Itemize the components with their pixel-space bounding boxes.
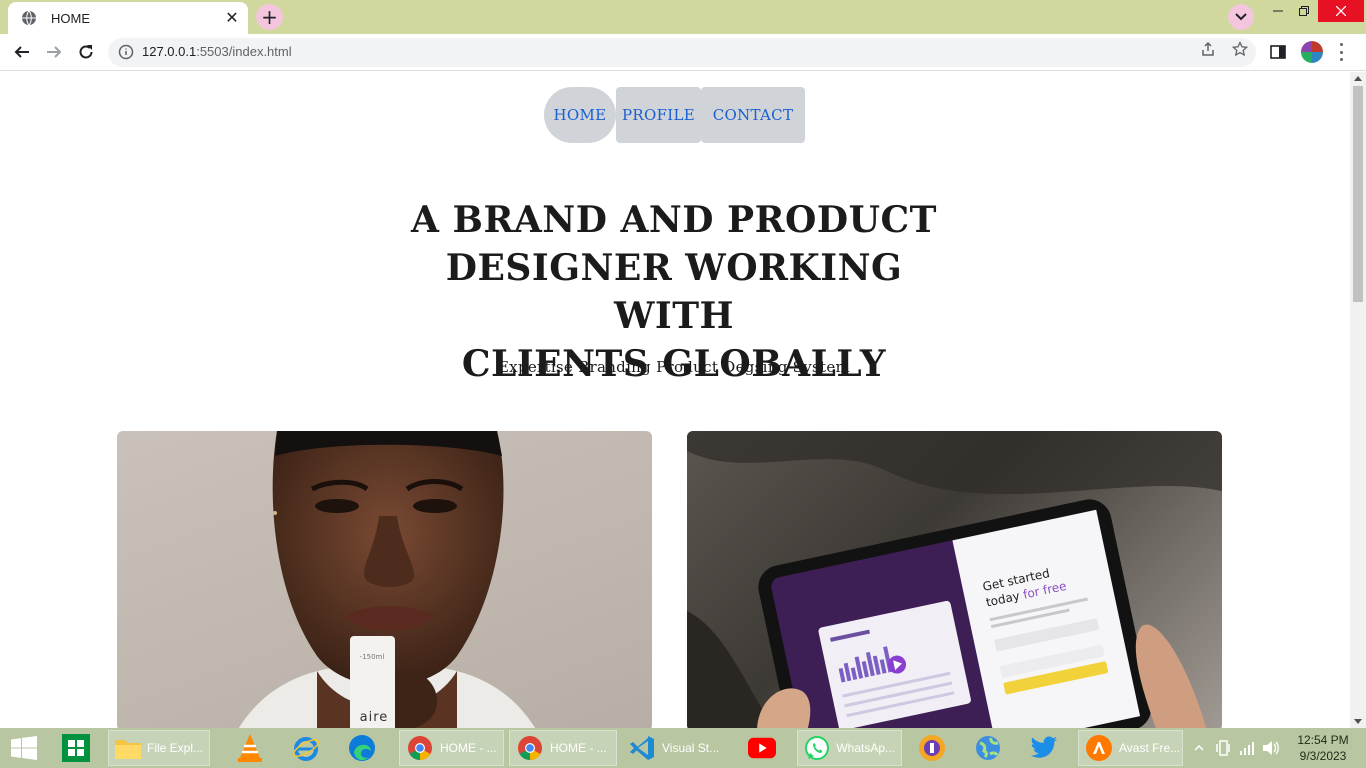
taskbar-label: HOME - ... <box>440 741 497 755</box>
tray-overflow-button[interactable] <box>1190 738 1208 758</box>
windows-taskbar: File Expl... HOME - ... HOME - ... Visua… <box>0 728 1366 768</box>
taskbar-avast-app[interactable]: Avast Fre... <box>1078 730 1183 766</box>
profile-avatar[interactable] <box>1301 41 1323 63</box>
page-viewport: HOME PROFILE CONTACT A BRAND AND PRODUCT… <box>0 72 1350 728</box>
side-panel-button[interactable] <box>1270 44 1286 60</box>
tab-close-icon[interactable]: ✕ <box>224 9 240 27</box>
folder-icon <box>115 734 141 762</box>
url-path: :5503/index.html <box>196 44 292 59</box>
tray-signal[interactable] <box>1238 738 1256 758</box>
tray-volume[interactable] <box>1262 738 1280 758</box>
chevron-up-icon <box>1194 744 1204 751</box>
minimize-icon <box>1273 10 1283 12</box>
taskbar-twitter-app[interactable] <box>1030 730 1058 766</box>
svg-text:aire: aire <box>360 710 389 725</box>
globe-icon <box>974 734 1002 762</box>
photo-hands-holding-tablet-icon: Get started today for free <box>687 431 1222 728</box>
nav-profile-link[interactable]: PROFILE <box>616 87 701 143</box>
nav-contact-link[interactable]: CONTACT <box>701 87 805 143</box>
taskbar-clock[interactable]: 12:54 PM 9/3/2023 <box>1290 732 1356 764</box>
reload-button[interactable] <box>74 40 98 64</box>
url-host: 127.0.0.1 <box>142 44 197 59</box>
speaker-icon <box>1263 741 1279 755</box>
taskbar-chrome-window-2[interactable]: HOME - ... <box>509 730 617 766</box>
portrait-photo: -150ml aire <box>117 431 652 728</box>
back-button[interactable] <box>10 40 34 64</box>
store-icon <box>62 734 90 762</box>
tray-network-status[interactable] <box>1214 738 1232 758</box>
page-scrollbar[interactable] <box>1350 72 1366 728</box>
url-text: 127.0.0.1:5503/index.html <box>142 44 292 59</box>
taskbar-file-explorer[interactable]: File Expl... <box>108 730 210 766</box>
whatsapp-icon <box>804 734 830 762</box>
share-icon <box>1202 41 1214 56</box>
taskbar-label: WhatsAp... <box>836 741 895 755</box>
tab-search-button[interactable] <box>1228 4 1254 30</box>
share-button[interactable] <box>1200 41 1216 57</box>
site-info-icon[interactable] <box>118 44 134 60</box>
browser-titlebar: HOME ✕ + <box>0 0 1366 34</box>
scroll-up-arrow-icon[interactable] <box>1354 76 1362 81</box>
windows-logo-icon <box>10 734 38 762</box>
tab-title: HOME <box>51 10 90 26</box>
nav-home-link[interactable]: HOME <box>544 87 616 143</box>
vscode-icon <box>628 734 656 762</box>
taskbar-vscode-app[interactable]: Visual St... <box>628 730 728 766</box>
avast-icon <box>1085 734 1113 762</box>
taskbar-edge-app[interactable] <box>348 730 376 766</box>
edge-icon <box>348 734 376 762</box>
star-icon <box>1232 41 1248 57</box>
main-nav: HOME PROFILE CONTACT <box>544 87 805 143</box>
taskbar-youtube-app[interactable] <box>748 730 776 766</box>
svg-text:-150ml: -150ml <box>360 653 385 661</box>
restore-icon <box>1299 6 1309 16</box>
close-icon <box>1336 6 1346 16</box>
photo-man-holding-product-icon: -150ml aire <box>238 431 536 728</box>
internet-explorer-icon <box>292 734 320 762</box>
hero-title-line-1: A BRAND AND PRODUCT <box>411 199 937 241</box>
forward-button[interactable] <box>42 40 66 64</box>
new-tab-button[interactable]: + <box>256 4 283 30</box>
youtube-icon <box>748 734 776 762</box>
globe-icon <box>21 10 37 26</box>
taskbar-label: HOME - ... <box>550 741 607 755</box>
scroll-down-arrow-icon[interactable] <box>1354 719 1362 724</box>
taskbar-ie-app[interactable] <box>292 730 320 766</box>
vlc-icon <box>236 734 264 762</box>
taskbar-label: Avast Fre... <box>1119 741 1181 755</box>
taskbar-vpn-app[interactable] <box>918 730 946 766</box>
start-button[interactable] <box>10 730 38 766</box>
taskbar-label: File Expl... <box>147 741 204 755</box>
chevron-down-icon <box>1235 13 1247 21</box>
scrollbar-thumb[interactable] <box>1353 86 1363 302</box>
window-close-button[interactable] <box>1318 0 1364 22</box>
bookmark-button[interactable] <box>1232 41 1248 57</box>
restore-button[interactable] <box>1286 0 1322 22</box>
hero-subtitle: Expertise Branding Product Degsing Syste… <box>497 358 851 376</box>
taskbar-whatsapp-app[interactable]: WhatsAp... <box>797 730 902 766</box>
bird-icon <box>1030 734 1058 762</box>
vpn-shield-icon <box>918 734 946 762</box>
browser-tab[interactable]: HOME ✕ <box>8 2 248 34</box>
clock-time: 12:54 PM <box>1297 733 1349 747</box>
tablet-photo: Get started today for free <box>687 431 1222 728</box>
reload-icon <box>79 45 93 59</box>
hero-title-line-2: DESIGNER WORKING WITH <box>445 247 903 337</box>
chrome-icon <box>406 734 434 762</box>
browser-toolbar: 127.0.0.1:5503/index.html <box>0 34 1366 71</box>
taskbar-store-app[interactable] <box>62 730 90 766</box>
clock-date: 9/3/2023 <box>1299 749 1347 763</box>
taskbar-chrome-window-1[interactable]: HOME - ... <box>399 730 504 766</box>
taskbar-label: Visual St... <box>662 741 720 755</box>
device-status-icon <box>1216 740 1230 756</box>
side-panel-icon <box>1270 45 1286 59</box>
browser-menu-icon[interactable] <box>1336 43 1346 61</box>
signal-bars-icon <box>1240 742 1254 755</box>
arrow-left-icon <box>14 46 29 58</box>
arrow-right-icon <box>47 46 62 58</box>
chrome-icon <box>516 734 544 762</box>
address-bar[interactable]: 127.0.0.1:5503/index.html <box>108 38 1256 67</box>
taskbar-globe-app[interactable] <box>974 730 1002 766</box>
taskbar-vlc-app[interactable] <box>236 730 264 766</box>
